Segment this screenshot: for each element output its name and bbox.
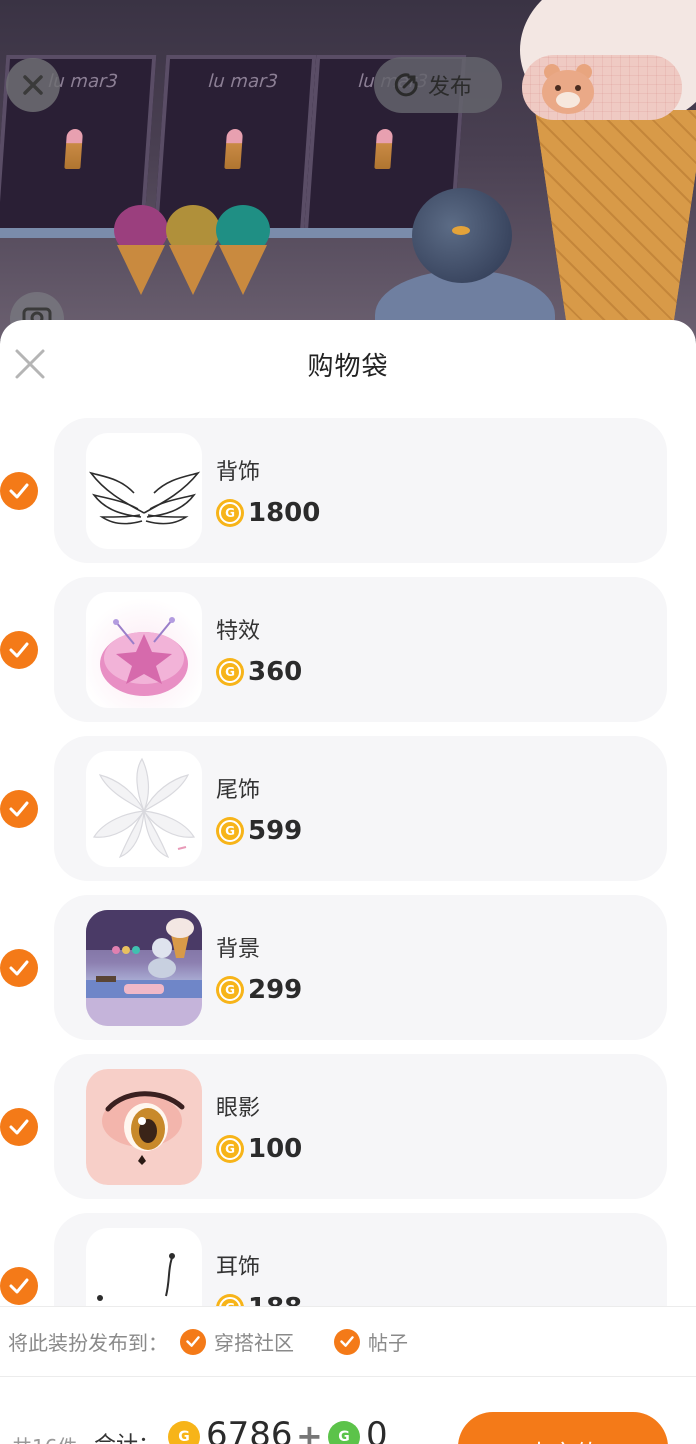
item-checkbox[interactable] [0, 949, 38, 987]
ice-cream-cone [117, 245, 165, 295]
item-price: G 1800 [216, 498, 320, 528]
publish-option-post[interactable]: 帖子 [334, 1327, 408, 1356]
bear-icon [542, 64, 594, 114]
green-total: 0 [366, 1415, 388, 1444]
publish-to-label: 将此装扮发布到： [8, 1331, 168, 1355]
item-thumbnail [86, 910, 202, 1026]
penguin-beak [452, 226, 470, 235]
item-card[interactable]: 背景 G 299 [54, 895, 667, 1040]
check-icon [9, 1278, 29, 1294]
green-coin-icon: G [328, 1421, 360, 1444]
item-name: 特效 [216, 619, 261, 644]
penguin-head [412, 188, 512, 283]
item-checkbox[interactable] [0, 790, 38, 828]
bear-sticker-avatar[interactable] [522, 55, 682, 120]
shopping-bag-sheet: 购物袋 背饰 G 1800 特效 G 360 尾饰 G 599 背景 G 299… [0, 320, 696, 1444]
publish-label: 发布 [428, 75, 473, 100]
item-checkbox[interactable] [0, 631, 38, 669]
gold-coin-icon: G [216, 976, 244, 1004]
publish-option-community[interactable]: 穿搭社区 [180, 1327, 294, 1356]
item-checkbox[interactable] [0, 1108, 38, 1146]
gold-coin-icon: G [216, 817, 244, 845]
item-price: G 100 [216, 1134, 302, 1164]
item-list: 背饰 G 1800 特效 G 360 尾饰 G 599 背景 G 299 眼影 … [0, 418, 696, 1372]
item-card[interactable]: 背饰 G 1800 [54, 418, 667, 563]
item-price: G 360 [216, 657, 302, 687]
total-label: 合计： [94, 1427, 160, 1444]
item-name: 背景 [216, 937, 261, 962]
gold-total: 6786 [206, 1415, 293, 1444]
item-price-value: 1800 [248, 498, 321, 528]
item-thumbnail [86, 751, 202, 867]
close-icon [23, 75, 43, 95]
publish-to-bar: 将此装扮发布到： 穿搭社区 帖子 [0, 1306, 696, 1376]
item-thumbnail [86, 433, 202, 549]
background-scene: lu mar3 lu mar3 lu mar3 发布 [0, 0, 696, 340]
publish-option-label: 帖子 [368, 1331, 408, 1355]
gold-coin-icon: G [168, 1421, 200, 1444]
check-icon [9, 483, 29, 499]
recharge-button[interactable]: 去充值 [458, 1412, 668, 1444]
item-price: G 599 [216, 816, 302, 846]
item-price-value: 100 [248, 1134, 303, 1164]
ice-cream-shop-scene-icon [86, 910, 202, 1026]
big-ice-cream-cone [535, 110, 696, 340]
gold-coin-icon: G [216, 1135, 244, 1163]
item-card[interactable]: 尾饰 G 599 [54, 736, 667, 881]
item-name: 眼影 [216, 1096, 261, 1121]
check-icon [9, 801, 29, 817]
sheet-title: 购物袋 [307, 352, 389, 382]
check-icon [180, 1328, 206, 1355]
gold-coin-icon: G [216, 658, 244, 686]
item-name: 背饰 [216, 460, 261, 485]
publish-option-label: 穿搭社区 [214, 1331, 294, 1355]
item-count: 共16件 [12, 1431, 77, 1444]
star-effect-icon [100, 617, 188, 696]
list-item: 尾饰 G 599 [0, 736, 696, 895]
item-price-value: 360 [248, 657, 303, 687]
item-price: G 299 [216, 975, 302, 1005]
list-item: 背饰 G 1800 [0, 418, 696, 577]
check-icon [9, 1119, 29, 1135]
item-checkbox[interactable] [0, 472, 38, 510]
eye-shadow-icon [102, 1091, 185, 1165]
publish-icon [394, 73, 418, 97]
check-icon [334, 1328, 360, 1355]
item-price-value: 599 [248, 816, 303, 846]
white-tail-icon [92, 757, 196, 859]
ice-cream-cone [169, 245, 217, 295]
list-item: 眼影 G 100 [0, 1054, 696, 1213]
gold-coin-icon: G [216, 499, 244, 527]
item-card[interactable]: 特效 G 360 [54, 577, 667, 722]
publish-button[interactable]: 发布 [374, 57, 502, 113]
list-item: 特效 G 360 [0, 577, 696, 736]
item-checkbox[interactable] [0, 1267, 38, 1305]
checkout-bar: 共16件 合计： G 6786 + G 0 去充值 [0, 1376, 696, 1444]
close-scene-button[interactable] [6, 58, 60, 112]
plus-sign: + [296, 1417, 323, 1444]
ice-cream-cone [219, 245, 267, 295]
check-icon [9, 960, 29, 976]
item-thumbnail [86, 592, 202, 708]
item-price-value: 299 [248, 975, 303, 1005]
item-card[interactable]: 眼影 G 100 [54, 1054, 667, 1199]
check-icon [9, 642, 29, 658]
wings-icon [88, 471, 201, 525]
item-thumbnail [86, 1069, 202, 1185]
list-item: 背景 G 299 [0, 895, 696, 1054]
item-name: 耳饰 [216, 1255, 261, 1280]
item-name: 尾饰 [216, 778, 261, 803]
